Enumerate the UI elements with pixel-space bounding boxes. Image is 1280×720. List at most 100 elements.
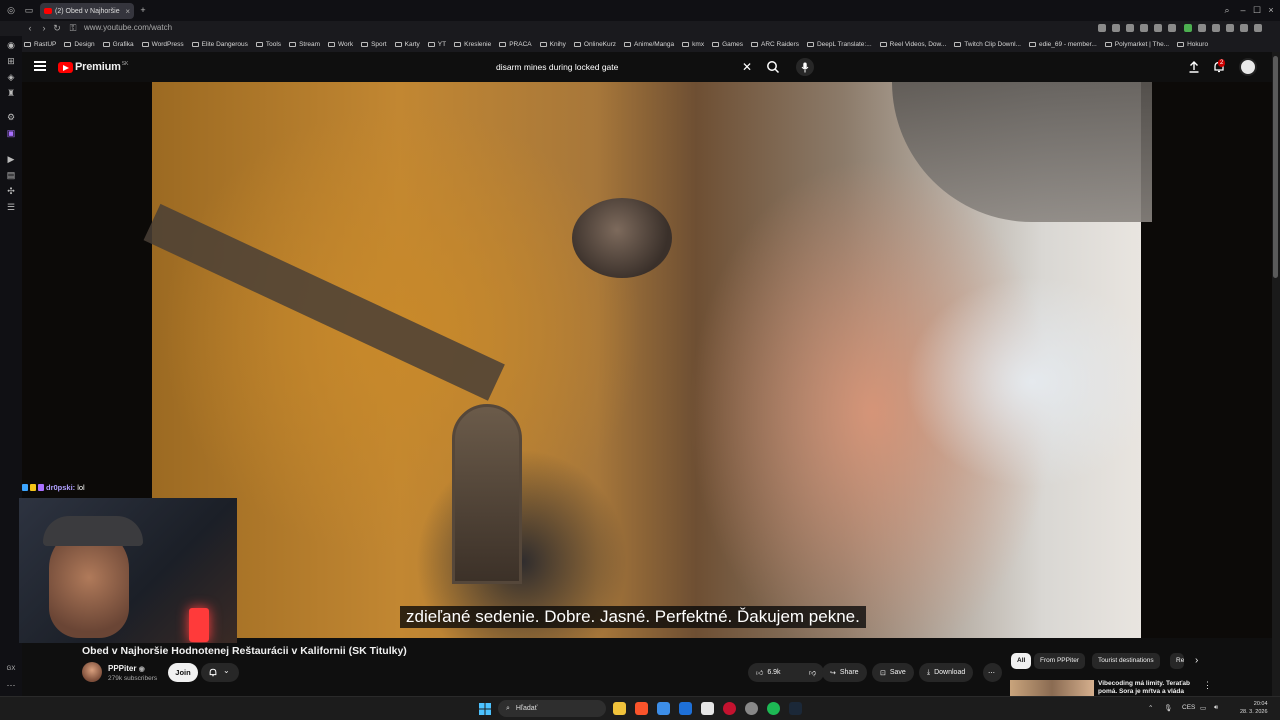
bookmark-item[interactable]: PRACA [499, 41, 532, 48]
gx-corner-icon[interactable]: ◈ [6, 72, 16, 82]
bookmark-item[interactable]: Design [64, 41, 95, 48]
clear-search-icon[interactable]: ✕ [742, 60, 752, 74]
taskbar-clock[interactable]: 20:04 28. 3. 2026 [1240, 700, 1268, 716]
search-icon[interactable] [765, 60, 781, 74]
tab-youtube[interactable]: (2) Obed v Najhoršie × [40, 3, 134, 19]
bookmark-item[interactable]: Polymarket | The... [1104, 41, 1169, 48]
bookmark-item[interactable]: Kreslenie [454, 41, 491, 48]
extension-icon[interactable] [1212, 24, 1220, 32]
opera-gx-logo-icon[interactable]: ◎ [6, 5, 16, 15]
bookmark-item[interactable]: Work [328, 41, 353, 48]
bookmark-item[interactable]: Elite Dangerous [191, 41, 248, 48]
close-icon[interactable]: × [125, 7, 130, 16]
like-button[interactable]: 👍︎ 6.9k [756, 668, 781, 677]
chip-all[interactable]: All [1011, 653, 1032, 669]
recommendation-thumbnail[interactable] [1010, 680, 1094, 696]
calendar-icon[interactable] [701, 702, 714, 715]
download-button[interactable]: ⤓ Download [919, 663, 974, 682]
bookmark-item[interactable]: Stream [289, 41, 320, 48]
bookmark-item[interactable]: ARC Raiders [751, 41, 799, 48]
channel-avatar[interactable] [82, 662, 102, 682]
bookmark-item[interactable]: Hokuro [1177, 41, 1208, 48]
join-button[interactable]: Join [168, 663, 198, 682]
extension-icon[interactable] [1112, 24, 1120, 32]
share-button[interactable]: ↪ Share [822, 663, 867, 682]
dislike-button[interactable]: 👎︎ [809, 668, 816, 677]
chips-next-icon[interactable]: › [1195, 655, 1198, 666]
gx-label[interactable]: GX [6, 664, 16, 674]
bookmark-item[interactable]: WordPress [141, 41, 184, 48]
windows-start-icon[interactable] [479, 703, 491, 715]
microphone-icon[interactable]: 🎙︎ [1164, 704, 1172, 712]
back-icon[interactable]: ‹ [25, 23, 35, 33]
extension-icon[interactable]: ✣ [6, 186, 16, 196]
maximize-icon[interactable]: ☐ [1252, 5, 1262, 15]
history-icon[interactable]: ☰ [6, 202, 16, 212]
bookmark-item[interactable]: Tools [255, 41, 281, 48]
extension-icon[interactable] [1226, 24, 1234, 32]
gx-cleaner-icon[interactable]: ♜ [6, 88, 16, 98]
bookmark-item[interactable]: Grafika [102, 41, 134, 48]
bookmark-item[interactable]: kmx [682, 41, 704, 48]
save-button[interactable]: ⊡ Save [872, 663, 914, 682]
bookmark-item[interactable]: RastUP [24, 41, 56, 48]
bookmark-item[interactable]: Sport [361, 41, 387, 48]
obs-icon[interactable] [745, 702, 758, 715]
settings-icon[interactable]: ⚙ [6, 112, 16, 122]
gx-control-icon[interactable]: ⊞ [6, 56, 16, 66]
twitch-icon[interactable]: ▣ [6, 128, 16, 138]
speed-dial-icon[interactable]: ◉ [6, 40, 16, 50]
reload-icon[interactable]: ↻ [52, 23, 62, 34]
tab-overview-icon[interactable]: ▭ [24, 5, 34, 15]
monitor-icon[interactable]: ▭ [1200, 704, 1206, 712]
bookmark-item[interactable]: OnlineKurz [573, 41, 616, 48]
chip-partial[interactable]: Re [1170, 653, 1184, 669]
bookmark-item[interactable]: YT [427, 41, 446, 48]
shield-icon[interactable] [1126, 24, 1134, 32]
forward-icon[interactable]: › [39, 23, 49, 33]
minimize-icon[interactable]: – [1238, 5, 1248, 15]
bookmark-item[interactable]: Reel Videos, Dow... [879, 41, 946, 48]
mail-icon[interactable] [679, 702, 692, 715]
chip-from-channel[interactable]: From PPPiter [1034, 653, 1086, 669]
bookmark-item[interactable]: Knihy [539, 41, 566, 48]
language-indicator[interactable]: CES [1182, 704, 1195, 711]
bookmark-item[interactable]: edie_69 - member... [1028, 41, 1097, 48]
app-icon[interactable] [657, 702, 670, 715]
url-field[interactable]: www.youtube.com/watch [84, 23, 172, 32]
steam-icon[interactable] [789, 702, 802, 715]
recommendation-menu-icon[interactable]: ⋮ [1203, 680, 1212, 691]
extension-icon[interactable] [1098, 24, 1106, 32]
heart-icon[interactable] [1168, 24, 1176, 32]
bookmark-item[interactable]: Karty [394, 41, 420, 48]
extension-icon[interactable] [1140, 24, 1148, 32]
extension-icon[interactable] [1184, 24, 1192, 32]
voice-search-button[interactable] [796, 58, 814, 76]
subscription-bell-button[interactable]: ⌄ [201, 663, 239, 682]
extension-icon[interactable] [1198, 24, 1206, 32]
brave-icon[interactable] [635, 702, 648, 715]
taskbar-search[interactable]: ⌕ Hľadať [498, 700, 606, 717]
more-actions-button[interactable]: ⋯ [983, 663, 1002, 682]
file-explorer-icon[interactable] [613, 702, 626, 715]
channel-name[interactable]: PPPiter ◉ [108, 664, 145, 673]
hamburger-menu-icon[interactable] [34, 61, 46, 71]
account-avatar[interactable] [1239, 58, 1257, 76]
close-window-icon[interactable]: × [1266, 5, 1276, 15]
spotify-icon[interactable] [767, 702, 780, 715]
opera-gx-icon[interactable] [723, 702, 736, 715]
search-input[interactable] [488, 62, 738, 72]
tray-chevron-icon[interactable]: ⌃ [1148, 704, 1153, 712]
bookmark-item[interactable]: Games [712, 41, 743, 48]
more-icon[interactable]: ⋯ [6, 680, 16, 690]
recommendation-title[interactable]: Vibecoding má limity. Teraťab pomá. Sora… [1098, 680, 1194, 696]
volume-icon[interactable]: 🔊︎ [1214, 704, 1218, 712]
scrollbar-thumb[interactable] [1273, 56, 1278, 278]
upload-icon[interactable] [1187, 60, 1201, 74]
menu-icon[interactable] [1254, 24, 1262, 32]
player-icon[interactable]: ▶ [6, 154, 16, 164]
bookmark-item[interactable]: DeepL Translate:... [806, 41, 872, 48]
new-tab-icon[interactable]: + [138, 5, 148, 15]
search-tabs-icon[interactable]: ⌕ [1222, 5, 1232, 15]
pinboard-icon[interactable]: ▤ [6, 170, 16, 180]
